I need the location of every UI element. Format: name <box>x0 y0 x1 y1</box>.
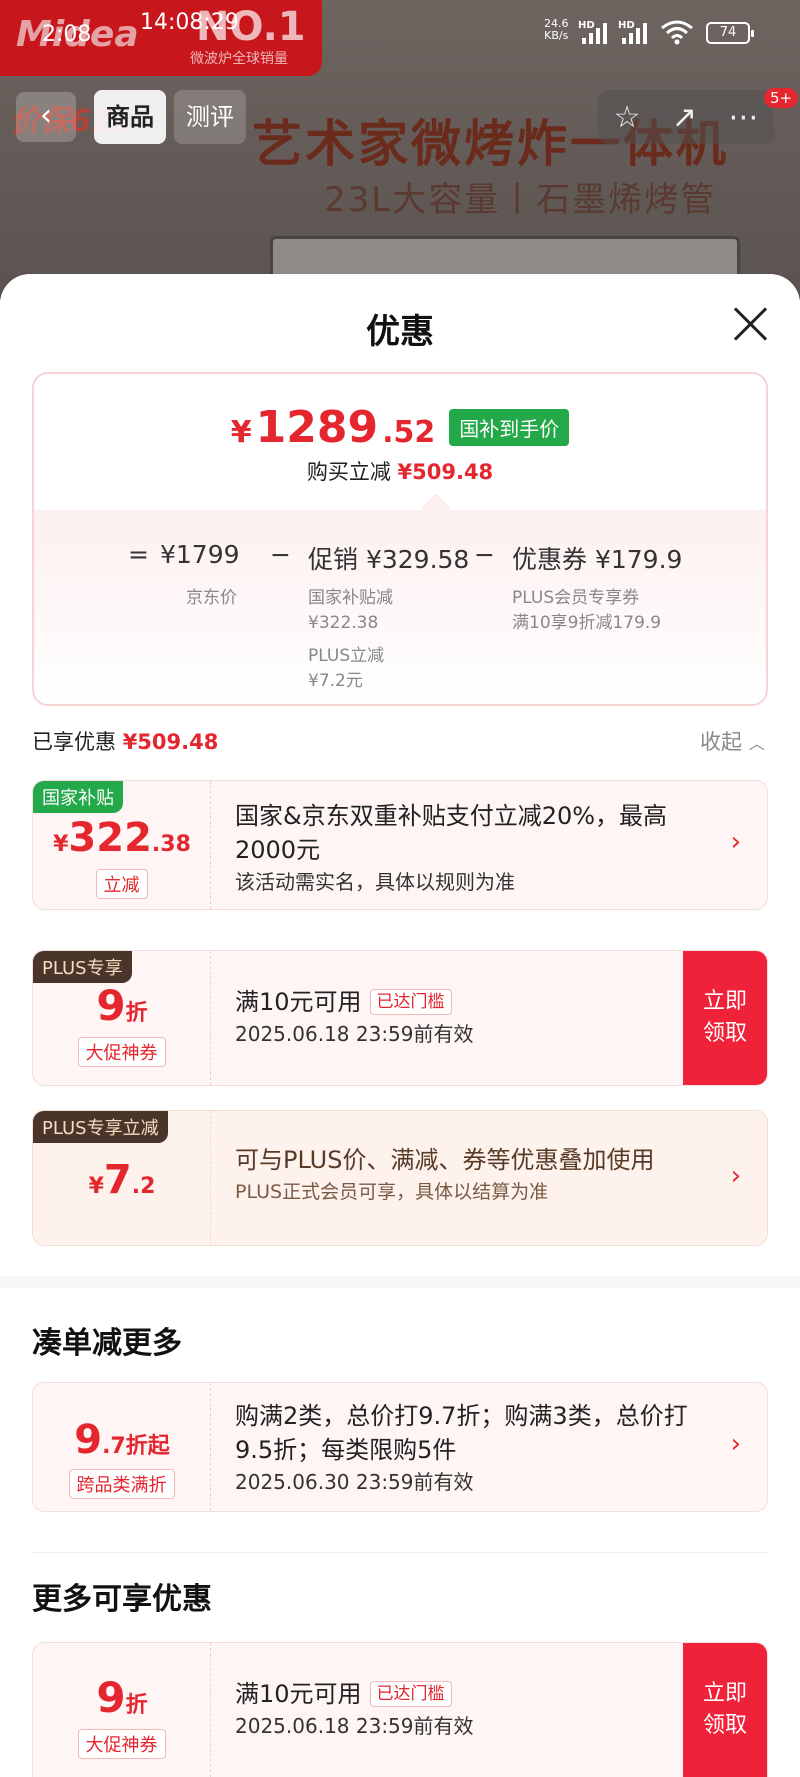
minus-sign-2: − <box>474 540 495 569</box>
coupon-value-area: 9.7折起 跨品类满折 <box>33 1383 211 1511</box>
coupon-amount: 9.7折起 <box>74 1417 170 1463</box>
coupon-tag: PLUS专享 <box>33 951 132 983</box>
coupon-tag: 国家补贴 <box>33 781 123 813</box>
coupon-body: 满10元可用 已达门槛 2025.06.18 23:59前有效 <box>235 985 667 1049</box>
coupon-gov-subsidy[interactable]: 国家补贴 ¥322.38 立减 国家&京东双重补贴支付立减20%，最高2000元… <box>32 780 768 910</box>
price-breakdown-card: ¥ 1289 .52 国补到手价 购买立减 ¥509.48 = ¥1799 − … <box>32 372 768 706</box>
final-price: ¥ 1289 .52 国补到手价 <box>34 402 766 453</box>
signal-icon-2 <box>622 20 647 44</box>
coupon-headline: 购满2类，总价打9.7折；购满3类，总价打9.5折；每类限购5件 <box>235 1402 688 1464</box>
section-separator <box>32 1552 768 1553</box>
chevron-up-icon: ︿ <box>748 734 765 753</box>
battery-icon: 74 <box>706 22 754 44</box>
notification-badge: 5+ <box>764 88 799 108</box>
coupon-amount: ¥322.38 <box>53 815 191 861</box>
status-bar: 2:08 14:08:29 24.6 KB/s HD HD 74 <box>0 0 800 70</box>
wifi-icon <box>660 18 694 53</box>
coupon-pill: 跨品类满折 <box>68 1469 175 1499</box>
coupon-value-area: PLUS专享 9折 大促神券 <box>33 951 211 1085</box>
coupon-pill: 立减 <box>95 869 148 899</box>
equals-sign: = <box>128 540 149 569</box>
coupon-body: 满10元可用 已达门槛 2025.06.18 23:59前有效 <box>235 1677 667 1741</box>
chevron-right-icon[interactable]: › <box>731 827 741 857</box>
section-divider <box>0 1276 800 1288</box>
status-time: 2:08 <box>42 22 92 47</box>
promo-amount: 促销 ¥329.58 <box>308 545 470 574</box>
section-title-extra: 更多可享优惠 <box>32 1582 212 1617</box>
coupon-desc: 该活动需实名，具体以规则为准 <box>235 870 515 894</box>
coupon-value-area: 国家补贴 ¥322.38 立减 <box>33 781 211 909</box>
coupon-amount: 9折 <box>96 981 148 1030</box>
coupon-pill: 大促神券 <box>77 1037 166 1067</box>
gov-subsidy-tag: 国补到手价 <box>449 409 570 446</box>
net-speed: 24.6 KB/s <box>544 17 569 42</box>
share-icon[interactable]: ↗ <box>672 100 697 135</box>
coupon-notes: PLUS会员专享券 满10享9折减179.9 <box>512 588 662 633</box>
coupon-validity: 2025.06.30 23:59前有效 <box>235 1470 474 1494</box>
tab-product[interactable]: 商品 <box>94 90 166 144</box>
sheet-title: 优惠 <box>366 312 434 352</box>
save-value: ¥509.48 <box>397 460 494 484</box>
promo-notes: 国家补贴减 ¥322.38 PLUS立减 ¥7.2元 <box>308 588 393 691</box>
coupon-headline: 满10元可用 已达门槛 <box>235 1677 667 1711</box>
price-decimal: .52 <box>382 415 436 450</box>
claim-button[interactable]: 立即领取 <box>683 951 767 1085</box>
enjoyed-discount: 已享优惠 ¥509.48 <box>32 730 219 754</box>
minus-sign: − <box>270 540 291 569</box>
chevron-right-icon[interactable]: › <box>731 1429 741 1459</box>
coupon-pill: 大促神券 <box>77 1729 166 1759</box>
save-label: 购买立减 <box>306 460 391 484</box>
coupon-amount: ¥7.2 <box>88 1157 156 1203</box>
tab-review[interactable]: 测评 <box>174 90 246 144</box>
enjoyed-value: ¥509.48 <box>122 730 219 754</box>
more-icon[interactable]: ⋯ <box>728 100 758 135</box>
threshold-badge: 已达门槛 <box>369 989 452 1015</box>
section-title-bundle: 凑单减更多 <box>32 1326 182 1361</box>
jd-price: ¥1799 <box>160 540 240 569</box>
back-button[interactable]: ‹ <box>16 92 76 142</box>
signal-icon <box>582 20 607 44</box>
coupon-amount: 9折 <box>96 1673 148 1722</box>
coupon-body: 可与PLUS价、满减、券等优惠叠加使用 PLUS正式会员可享，具体以结算为准 <box>235 1143 697 1207</box>
coupon-value-area: 9折 大促神券 <box>33 1643 211 1777</box>
coupon-headline: 满10元可用 已达门槛 <box>235 985 667 1019</box>
product-subtitle: 23L大容量丨石墨烯烤管 <box>324 180 717 220</box>
coupon-plus-exclusive: PLUS专享 9折 大促神券 满10元可用 已达门槛 2025.06.18 23:… <box>32 950 768 1086</box>
coupon-bundle[interactable]: 9.7折起 跨品类满折 购满2类，总价打9.7折；购满3类，总价打9.5折；每类… <box>32 1382 768 1512</box>
chevron-right-icon[interactable]: › <box>731 1161 741 1191</box>
claim-button[interactable]: 立即领取 <box>683 1643 767 1777</box>
coupon-extra: 9折 大促神券 满10元可用 已达门槛 2025.06.18 23:59前有效 立… <box>32 1642 768 1777</box>
currency-symbol: ¥ <box>230 415 252 450</box>
status-clock: 14:08:29 <box>140 10 239 35</box>
coupon-amount: 优惠券 ¥179.9 <box>512 545 683 574</box>
coupon-body: 购满2类，总价打9.7折；购满3类，总价打9.5折；每类限购5件 2025.06… <box>235 1399 697 1497</box>
nav-actions: ☆ ↗ ⋯ <box>598 90 774 144</box>
coupon-body: 国家&京东双重补贴支付立减20%，最高2000元 该活动需实名，具体以规则为准 <box>235 799 697 897</box>
coupon-desc: PLUS正式会员可享，具体以结算为准 <box>235 1181 549 1203</box>
save-line: 购买立减 ¥509.48 <box>34 456 766 486</box>
price-integer: 1289 <box>255 402 379 453</box>
page-tabs: 商品 测评 <box>94 90 246 144</box>
coupon-value-area: PLUS专享立减 ¥7.2 <box>33 1111 211 1245</box>
threshold-badge: 已达门槛 <box>369 1681 452 1707</box>
close-icon[interactable] <box>732 306 768 342</box>
favorite-icon[interactable]: ☆ <box>614 100 641 135</box>
coupon-headline: 国家&京东双重补贴支付立减20%，最高2000元 <box>235 802 668 864</box>
coupon-plus-instant[interactable]: PLUS专享立减 ¥7.2 可与PLUS价、满减、券等优惠叠加使用 PLUS正式… <box>32 1110 768 1246</box>
discount-sheet: 优惠 ¥ 1289 .52 国补到手价 购买立减 ¥509.48 = ¥1799… <box>0 274 800 1777</box>
coupon-tag: PLUS专享立减 <box>33 1111 168 1143</box>
jd-price-label: 京东价 <box>186 588 237 608</box>
coupon-validity: 2025.06.18 23:59前有效 <box>235 1022 474 1046</box>
coupon-validity: 2025.06.18 23:59前有效 <box>235 1714 474 1738</box>
collapse-button[interactable]: 收起 ︿ <box>700 726 765 756</box>
coupon-headline: 可与PLUS价、满减、券等优惠叠加使用 <box>235 1146 655 1174</box>
